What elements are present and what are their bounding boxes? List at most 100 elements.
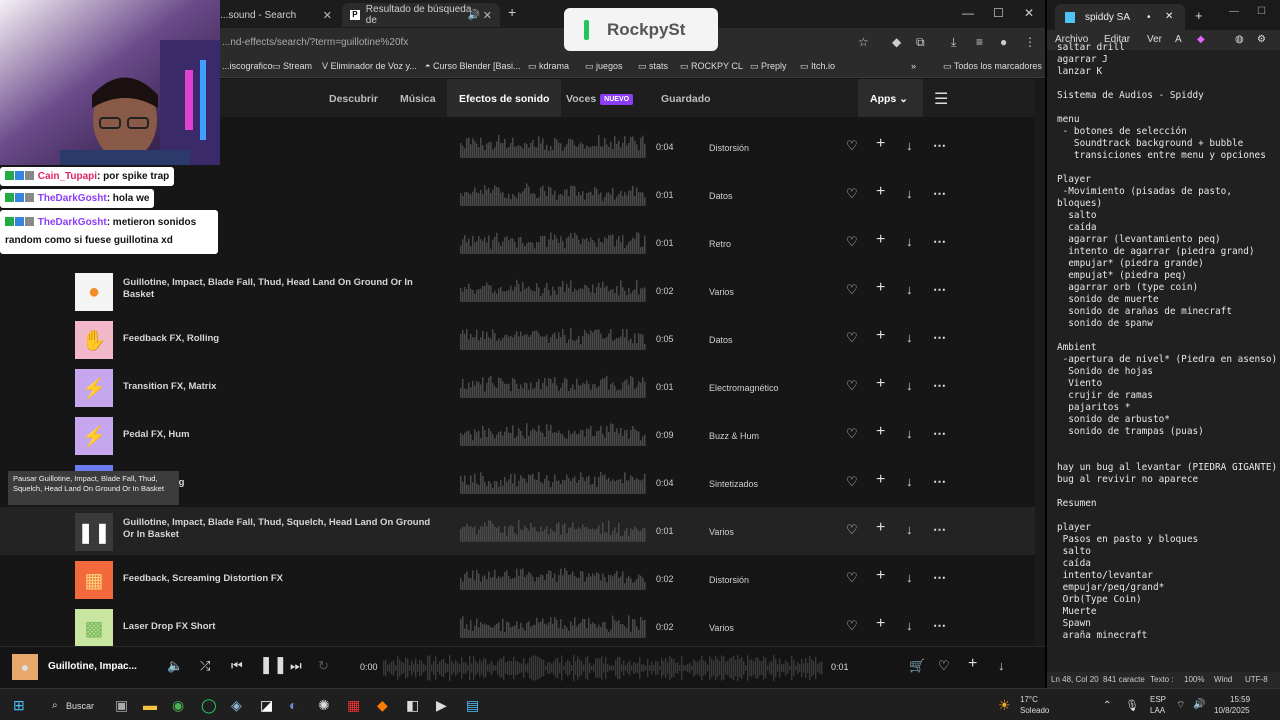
heart-icon[interactable]: ♡ xyxy=(846,522,858,538)
shuffle-icon[interactable]: ⤮ xyxy=(200,658,210,674)
download-icon[interactable]: ↓ xyxy=(906,138,913,153)
repeat-icon[interactable]: ↻ xyxy=(318,658,329,674)
heart-icon[interactable]: ♡ xyxy=(846,618,858,634)
result-title[interactable]: Feedback, Screaming Distortion FX xyxy=(123,573,443,585)
heart-icon[interactable]: ♡ xyxy=(846,474,858,490)
microphone-icon[interactable]: 🎙 xyxy=(1125,699,1139,712)
more-options-icon[interactable]: ⋯ xyxy=(933,234,946,250)
bookmark-item[interactable]: ▭ Preply xyxy=(750,61,787,72)
add-icon[interactable]: + xyxy=(968,655,977,673)
media-player-icon[interactable]: ▶ xyxy=(436,697,447,714)
heart-icon[interactable]: ♡ xyxy=(846,570,858,586)
chrome-icon[interactable]: ◉ xyxy=(172,697,184,714)
result-genre[interactable]: Sintetizados xyxy=(709,479,758,489)
result-title[interactable]: Guillotine, Impact, Blade Fall, Thud, He… xyxy=(123,277,443,301)
clock-time[interactable]: 15:59 xyxy=(1230,695,1250,704)
taskbar-search[interactable]: Buscar xyxy=(66,701,94,711)
page-scrollbar[interactable] xyxy=(1035,79,1045,646)
result-waveform[interactable] xyxy=(460,275,646,307)
bookmark-item[interactable]: ▭ ROCKPY CL xyxy=(680,61,743,72)
download-icon[interactable]: ↓ xyxy=(906,570,913,585)
clock-date[interactable]: 10/8/2025 xyxy=(1214,706,1250,715)
nav-music[interactable]: Música xyxy=(400,93,436,105)
bookmark-item[interactable]: ▭ stats xyxy=(638,61,668,72)
download-icon[interactable]: ↓ xyxy=(906,282,913,297)
tab-results[interactable]: P Resultado de búsqueda de 🔊 ✕ xyxy=(342,3,500,27)
discord-icon[interactable]: ◐ xyxy=(289,697,297,713)
sound-result-row[interactable]: ✋ Feedback FX, Rolling 0:05 Datos ♡ + ↓ ⋯ xyxy=(0,315,1035,363)
close-icon[interactable]: ✕ xyxy=(483,9,492,22)
heart-icon[interactable]: ♡ xyxy=(846,234,858,250)
more-options-icon[interactable]: ⋯ xyxy=(933,426,946,442)
close-window-icon[interactable]: ✕ xyxy=(1024,6,1034,20)
player-waveform[interactable] xyxy=(383,651,823,685)
result-genre[interactable]: Distorsión xyxy=(709,575,749,585)
result-title[interactable]: Pedal FX, Hum xyxy=(123,429,443,441)
maximize-icon[interactable]: ☐ xyxy=(993,6,1004,20)
download-icon[interactable]: ↓ xyxy=(906,426,913,441)
bookmark-item[interactable]: V Eliminador de Voz y... xyxy=(322,61,417,71)
notepad-tab[interactable]: spiddy SA • ✕ xyxy=(1055,4,1185,30)
bookmark-item[interactable]: ▭ Stream xyxy=(272,61,312,72)
heart-icon[interactable]: ♡ xyxy=(846,282,858,298)
download-icon[interactable]: ↓ xyxy=(906,474,913,489)
chatgpt-icon[interactable]: ✺ xyxy=(318,697,330,714)
result-genre[interactable]: Distorsión xyxy=(709,143,749,153)
nav-saved[interactable]: Guardado xyxy=(661,93,711,105)
bookmark-item[interactable]: ▭ Todos los marcadores xyxy=(943,61,1042,72)
sound-result-row[interactable]: ❚❚ Guillotine, Impact, Blade Fall, Thud, … xyxy=(0,507,1035,555)
download-icon[interactable]: ↓ xyxy=(906,186,913,201)
previous-icon[interactable]: ⏮ xyxy=(231,658,243,674)
result-title[interactable]: Transition FX, Matrix xyxy=(123,381,443,393)
add-icon[interactable]: + xyxy=(876,327,885,345)
download-icon[interactable]: ↓ xyxy=(906,618,913,633)
whatsapp-icon[interactable]: ◯ xyxy=(201,697,217,714)
zoom-level[interactable]: 100% xyxy=(1184,675,1204,684)
add-icon[interactable]: + xyxy=(876,471,885,489)
result-waveform[interactable] xyxy=(460,179,646,211)
volume-icon[interactable]: 🔈 xyxy=(167,658,183,674)
app-icon[interactable]: ◈ xyxy=(231,697,242,714)
result-genre[interactable]: Buzz & Hum xyxy=(709,431,759,441)
bookmark-item[interactable]: ...iscografico xyxy=(222,61,273,71)
file-explorer-icon[interactable]: ▬ xyxy=(143,697,157,713)
cart-icon[interactable]: 🛒 xyxy=(909,658,925,674)
sound-result-row[interactable]: ● Guillotine, Impact, Blade Fall, Thud, H… xyxy=(0,267,1035,315)
add-icon[interactable]: + xyxy=(876,279,885,297)
heart-icon[interactable]: ♡ xyxy=(846,426,858,442)
more-options-icon[interactable]: ⋯ xyxy=(933,138,946,154)
bookmark-item[interactable]: ▭ kdrama xyxy=(528,61,569,72)
download-icon[interactable]: ↓ xyxy=(906,330,913,345)
nav-voices[interactable]: Voces NUEVO xyxy=(566,93,634,105)
result-waveform[interactable] xyxy=(460,323,646,355)
sound-result-row[interactable]: ⚡ Pedal FX, Hum 0:09 Buzz & Hum ♡ + ↓ ⋯ xyxy=(0,411,1035,459)
kebab-menu-icon[interactable]: ⋮ xyxy=(1024,35,1036,49)
result-waveform[interactable] xyxy=(460,515,646,547)
language-layout[interactable]: LAA xyxy=(1150,706,1165,715)
bookmark-item[interactable]: ▭ juegos xyxy=(585,61,623,72)
tab-search[interactable]: ...sound - Search ✕ xyxy=(212,3,340,27)
app-icon[interactable]: ◧ xyxy=(406,697,419,714)
language-indicator[interactable]: ESP xyxy=(1150,695,1166,704)
result-genre[interactable]: Varios xyxy=(709,623,734,633)
result-genre[interactable]: Varios xyxy=(709,527,734,537)
heart-icon[interactable]: ♡ xyxy=(846,330,858,346)
new-tab-icon[interactable]: + xyxy=(1195,8,1203,23)
chevron-up-icon[interactable]: ⌃ xyxy=(1103,700,1111,711)
download-icon[interactable]: ⤓ xyxy=(951,35,956,50)
pause-icon[interactable]: ❚❚ xyxy=(75,513,113,551)
close-icon[interactable]: ✕ xyxy=(1165,11,1173,22)
fl-studio-icon[interactable]: ◆ xyxy=(377,697,388,714)
add-icon[interactable]: + xyxy=(876,519,885,537)
add-icon[interactable]: + xyxy=(876,135,885,153)
star-icon[interactable]: ☆ xyxy=(858,35,869,49)
more-options-icon[interactable]: ⋯ xyxy=(933,186,946,202)
result-genre[interactable]: Datos xyxy=(709,191,733,201)
download-icon[interactable]: ↓ xyxy=(906,522,913,537)
result-waveform[interactable] xyxy=(460,611,646,643)
epic-games-icon[interactable]: ◪ xyxy=(260,697,273,714)
download-icon[interactable]: ↓ xyxy=(906,378,913,393)
result-waveform[interactable] xyxy=(460,131,646,163)
bookmark-item[interactable]: ◓ Curso Blender [Basi... xyxy=(425,61,520,71)
more-options-icon[interactable]: ⋯ xyxy=(933,474,946,490)
